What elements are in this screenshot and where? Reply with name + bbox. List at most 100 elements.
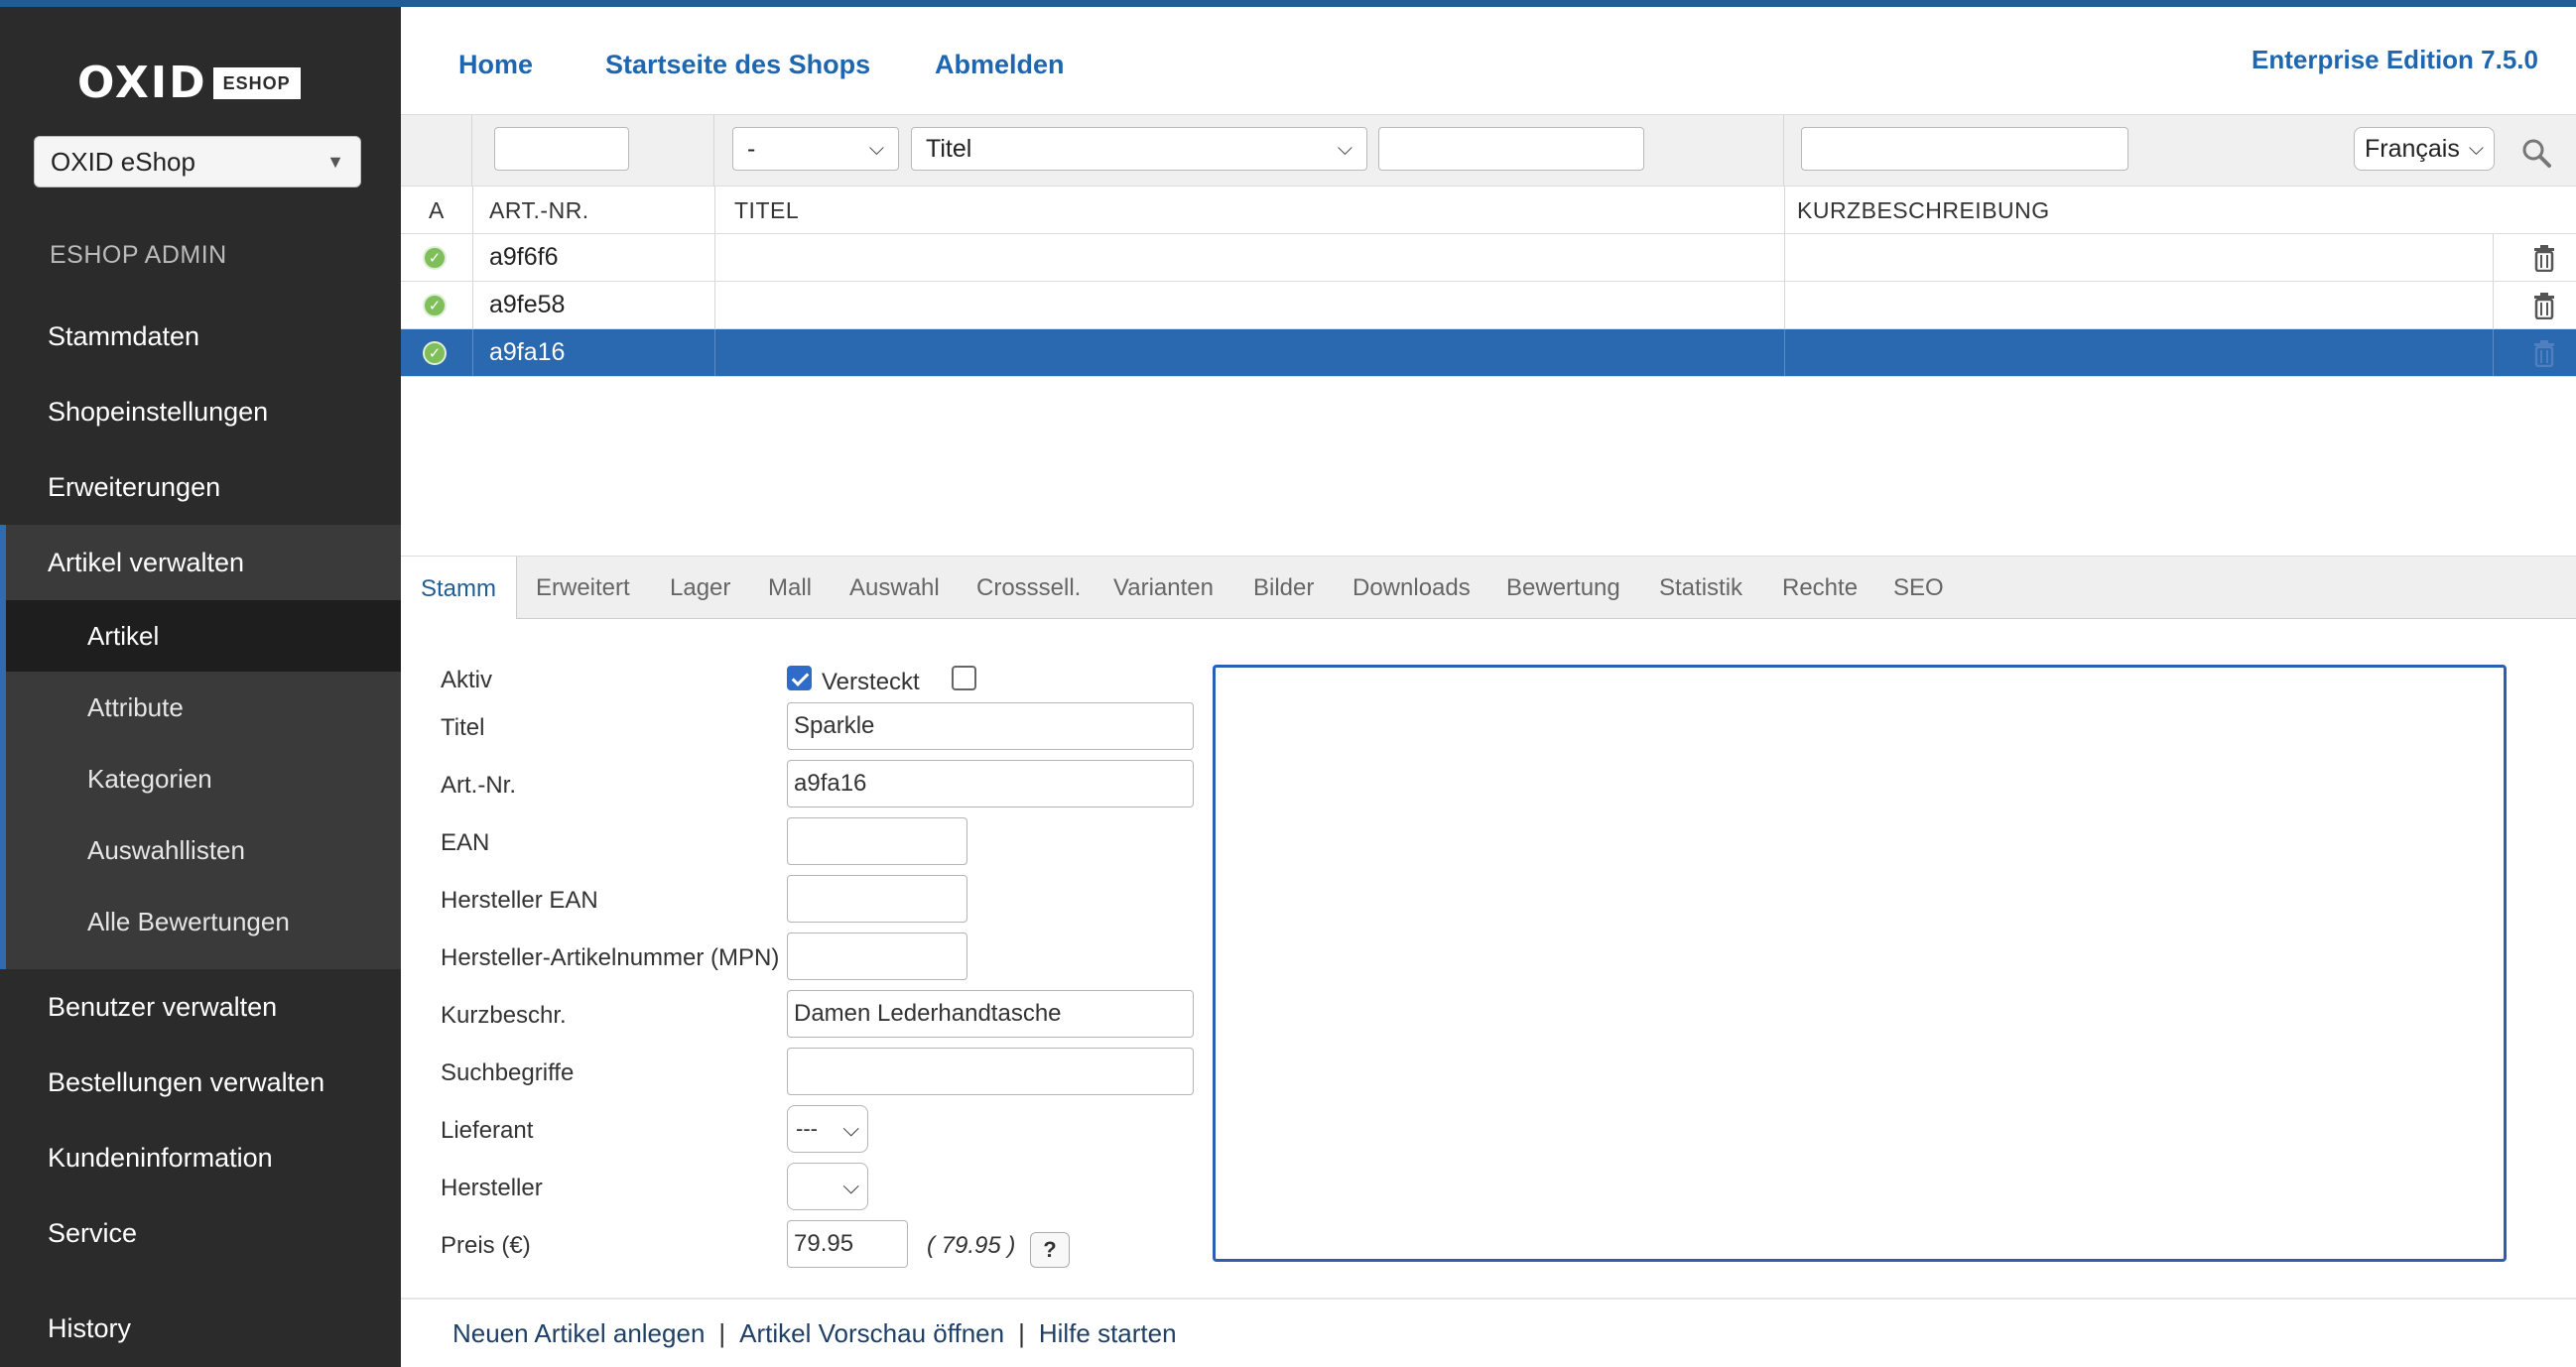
col-title[interactable]: TITEL [734,186,799,234]
tab-lager[interactable]: Lager [670,557,730,620]
sidebar-item-history[interactable]: History [0,1291,401,1366]
tab-stamm[interactable]: Stamm [401,557,518,621]
kurzbeschr-input[interactable]: Damen Lederhandtasche [787,990,1194,1038]
chevron-down-icon: ⌵ [842,1116,859,1141]
logout-link[interactable]: Abmelden [935,50,1065,80]
table-row[interactable]: ✓ a9f6f6 [401,234,2576,282]
sidebar-item-benutzer-verwalten[interactable]: Benutzer verwalten [0,969,401,1045]
tab-bewertung[interactable]: Bewertung [1506,557,1620,620]
lieferant-select[interactable]: --- ⌵ [787,1105,868,1153]
filter-cell-active [401,115,472,186]
language-select[interactable]: Français ⌵ [2354,127,2495,171]
short-desc-filter-input[interactable] [1801,127,2128,171]
label-hersteller-ean: Hersteller EAN [441,887,598,914]
chevron-down-icon: ⌵ [1337,137,1352,160]
lieferant-value: --- [796,1116,818,1141]
label-mpn: Hersteller-Artikelnummer (MPN) [441,944,780,971]
suchbegriffe-input[interactable] [787,1048,1194,1095]
row-artnr: a9fa16 [489,338,566,366]
header: Home Startseite des Shops Abmelden Enter… [401,7,2576,114]
title-filter-input[interactable] [1378,127,1644,171]
label-aktiv: Aktiv [441,667,493,693]
table-row[interactable]: ✓ a9fe58 [401,282,2576,329]
top-accent-line [0,0,2576,7]
oxid-logo: OXID ESHOP [77,62,301,105]
label-suchbegriffe: Suchbegriffe [441,1059,575,1086]
long-description-editor[interactable] [1213,665,2507,1262]
tab-mall[interactable]: Mall [768,557,812,620]
shop-start-link[interactable]: Startseite des Shops [605,50,870,80]
active-status-icon: ✓ [423,294,447,317]
col-divider [714,234,715,281]
sidebar-subitem-auswahllisten[interactable]: Auswahllisten [6,814,401,886]
sidebar-item-artikel-verwalten[interactable]: Artikel verwalten [6,525,401,600]
label-preis: Preis (€) [441,1232,531,1259]
label-versteckt: Versteckt [822,669,920,695]
tab-auswahl[interactable]: Auswahl [849,557,940,620]
preis-input[interactable]: 79.95 [787,1220,908,1268]
shop-select-value: OXID eShop [51,146,195,177]
col-divider [714,282,715,328]
titel-input[interactable]: Sparkle [787,702,1194,750]
row-artnr: a9fe58 [489,291,566,318]
trash-icon[interactable] [2532,244,2556,272]
hersteller-select[interactable]: ⌵ [787,1163,868,1210]
shop-select[interactable]: OXID eShop ▼ [34,136,361,187]
artnr-input[interactable]: a9fa16 [787,760,1194,808]
artnr-filter-input[interactable] [494,127,629,171]
field-filter-select[interactable]: Titel ⌵ [911,127,1367,171]
sidebar-item-service[interactable]: Service [0,1195,401,1271]
tab-bilder[interactable]: Bilder [1253,557,1314,620]
new-article-link[interactable]: Neuen Artikel anlegen [452,1318,705,1349]
col-divider [472,329,473,376]
hersteller-ean-input[interactable] [787,875,967,923]
separator: | [718,1317,726,1348]
tab-downloads[interactable]: Downloads [1352,557,1471,620]
help-button[interactable]: ? [1030,1232,1070,1268]
sidebar-subitem-kategorien[interactable]: Kategorien [6,743,401,814]
tab-bar: Stamm Erweitert Lager Mall Auswahl Cross… [401,556,2576,621]
chevron-down-icon: ⌵ [868,137,884,160]
admin-label: ESHOP ADMIN [50,241,227,269]
type-filter-value: - [747,134,756,163]
ean-input[interactable] [787,817,967,865]
type-filter-select[interactable]: - ⌵ [732,127,899,171]
sidebar-subitem-alle-bewertungen[interactable]: Alle Bewertungen [6,886,401,957]
sidebar-item-shopeinstellungen[interactable]: Shopeinstellungen [0,374,401,449]
help-link[interactable]: Hilfe starten [1039,1318,1177,1349]
search-icon[interactable] [2520,137,2552,169]
label-ean: EAN [441,829,490,856]
tab-erweitert[interactable]: Erweitert [536,557,630,620]
home-link[interactable]: Home [458,50,533,80]
mpn-input[interactable] [787,932,967,980]
sidebar-item-erweiterungen[interactable]: Erweiterungen [0,449,401,525]
sidebar-subitem-artikel[interactable]: Artikel [6,600,401,672]
tab-rechte[interactable]: Rechte [1782,557,1858,620]
aktiv-checkbox[interactable] [787,666,812,690]
logo-text: OXID [77,58,207,108]
col-divider [1784,234,1785,281]
label-lieferant: Lieferant [441,1117,534,1144]
sidebar-item-kundeninformation[interactable]: Kundeninformation [0,1120,401,1195]
sidebar-item-stammdaten[interactable]: Stammdaten [0,299,401,374]
col-active[interactable]: A [429,186,445,234]
sidebar-subitem-attribute[interactable]: Attribute [6,672,401,743]
article-form: Aktiv Versteckt Titel Sparkle Art.-Nr. a… [401,619,2576,1298]
active-status-icon: ✓ [423,246,447,270]
active-status-icon: ✓ [423,341,447,365]
sidebar-group-artikel-verwalten: Artikel verwalten Artikel Attribute Kate… [0,525,401,969]
sidebar-item-bestellungen-verwalten[interactable]: Bestellungen verwalten [0,1045,401,1120]
trash-icon[interactable] [2532,339,2556,367]
table-row-selected[interactable]: ✓ a9fa16 [401,329,2576,377]
preview-article-link[interactable]: Artikel Vorschau öffnen [739,1318,1004,1349]
row-artnr: a9f6f6 [489,243,559,271]
label-kurzbeschr: Kurzbeschr. [441,1002,567,1029]
tab-varianten[interactable]: Varianten [1113,557,1214,620]
col-short[interactable]: KURZBESCHREIBUNG [1797,186,2050,234]
tab-seo[interactable]: SEO [1893,557,1944,620]
tab-statistik[interactable]: Statistik [1659,557,1742,620]
tab-crosssell[interactable]: Crosssell. [976,557,1081,620]
col-artnr[interactable]: ART.-NR. [489,186,589,234]
trash-icon[interactable] [2532,292,2556,319]
versteckt-checkbox[interactable] [952,666,976,690]
